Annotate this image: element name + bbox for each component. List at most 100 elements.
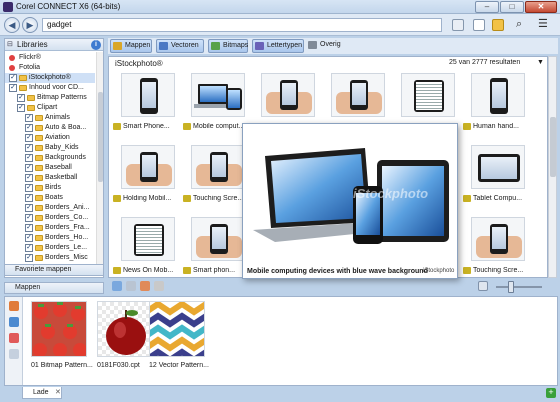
menu-icon[interactable]: ☰ [538,18,552,32]
chevron-down-icon[interactable]: ▼ [537,59,544,66]
tray-item[interactable]: 0181F030.cpt [97,301,157,371]
result-tile[interactable]: Human hand... [463,71,533,143]
folder-icon [35,115,43,121]
tray-export-icon[interactable] [9,301,19,311]
result-tile[interactable]: Tablet Compu... [463,143,533,215]
tree-checkbox[interactable]: ✓ [25,174,33,182]
istock-badge-icon [113,195,121,202]
tree-item[interactable]: ✓ Baseball [5,163,95,173]
tree-item[interactable]: ✓ Backgrounds [5,153,95,163]
tree-checkbox[interactable]: ✓ [25,124,33,132]
tray-options-icon[interactable] [9,349,19,359]
tree-checkbox[interactable]: ✓ [9,84,17,92]
tree-checkbox[interactable]: ✓ [9,74,17,82]
tree-item[interactable]: ✓ Borders_Ho... [5,233,95,243]
document-icon[interactable] [473,19,485,31]
tree-item[interactable]: ✓ Borders_Ani... [5,203,95,213]
results-scrollbar[interactable] [548,56,557,278]
results-scroll-thumb[interactable] [550,117,556,177]
result-count: 25 van 2777 resultaten [449,59,521,66]
tree-item[interactable]: ✓ Birds [5,183,95,193]
tree-item[interactable]: ✓ Aviation [5,133,95,143]
tree-item[interactable]: ✓ Boats [5,193,95,203]
tree-item[interactable]: ✓ Basketball [5,173,95,183]
export-icon[interactable] [140,281,150,291]
filter-lettertypen-button[interactable]: Lettertypen [252,39,304,53]
filter-vectoren-button[interactable]: Vectoren [156,39,204,53]
tree-checkbox[interactable]: ✓ [25,114,33,122]
remove-icon[interactable] [9,55,15,61]
tree-item[interactable]: Flickr® [5,53,95,63]
tree-checkbox[interactable]: ✓ [17,94,25,102]
close-button[interactable]: ✕ [525,1,557,13]
folders-header[interactable]: Mappen [4,282,104,294]
tree-checkbox[interactable]: ✓ [25,184,33,192]
search-icon[interactable]: ⌕ [516,18,530,32]
tree-checkbox[interactable]: ✓ [25,224,33,232]
tree-item[interactable]: ✓ Inhoud voor CD... [5,83,95,93]
maximize-button[interactable]: □ [500,1,524,13]
folder-icon[interactable] [492,19,504,31]
zoom-slider-handle[interactable] [508,281,514,293]
tree-item[interactable]: ✓ Baby_Kids [5,143,95,153]
tree-item[interactable]: ✓ Clipart [5,103,95,113]
tree-item[interactable]: ✓ Animals [5,113,95,123]
tree-checkbox[interactable]: ✓ [25,234,33,242]
result-tile[interactable]: News On Mob... [113,215,183,277]
tree-checkbox[interactable]: ✓ [25,164,33,172]
tree-checkbox[interactable]: ✓ [25,214,33,222]
tree-item[interactable]: ✓ Auto & Boa... [5,123,95,133]
tree-item[interactable]: ✓ Borders_Le... [5,243,95,253]
tree-checkbox[interactable]: ✓ [25,134,33,142]
tray-item[interactable]: 12 Vector Pattern... [149,301,209,371]
copy-icon[interactable] [126,281,136,291]
result-tile[interactable]: Holding Mobil... [113,143,183,215]
result-tile[interactable]: Smart Phone... [113,71,183,143]
view-icon[interactable] [478,281,488,291]
apple-image [97,301,153,357]
tree-checkbox[interactable]: ✓ [25,244,33,252]
tree-checkbox[interactable]: ✓ [25,254,33,262]
tree-item[interactable]: ✓ Borders_Co... [5,213,95,223]
tree-checkbox[interactable]: ✓ [25,194,33,202]
filter-mappen-button[interactable]: Mappen [110,39,152,53]
istock-badge-icon [113,123,121,130]
info-icon[interactable]: i [91,40,101,50]
strawberry-pattern-image [31,301,87,357]
favorites-header[interactable]: Favoriete mappen [4,264,104,276]
close-tab-icon[interactable]: ✕ [55,387,61,398]
filter-overig-button[interactable]: Overig [306,39,342,53]
tree-item[interactable]: ✓ Bitmap Patterns [5,93,95,103]
tray-clear-icon[interactable] [9,333,19,343]
forward-icon[interactable]: ▶ [22,17,38,33]
filter-bitmaps-button[interactable]: Bitmaps [208,39,248,53]
tree-checkbox[interactable]: ✓ [25,144,33,152]
result-tile[interactable]: Touching Scre... [463,215,533,277]
print-icon[interactable] [452,19,464,31]
import-icon[interactable] [112,281,122,291]
tree-item[interactable]: ✓ Borders_Misc [5,253,95,263]
tree-item[interactable]: ✓ iStockphoto® [5,73,95,83]
search-input[interactable]: gadget [42,18,442,32]
zoom-slider[interactable] [496,286,542,288]
collapse-icon[interactable]: ⊟ [7,40,13,48]
tree-item-label: Borders_Ho... [45,234,89,241]
tree-item[interactable]: Fotolia [5,63,95,73]
tray-copy-icon[interactable] [9,317,19,327]
tray-item[interactable]: 01 Bitmap Pattern... [31,301,93,371]
tree-checkbox[interactable]: ✓ [25,154,33,162]
tree-checkbox[interactable]: ✓ [25,204,33,212]
tree-scrollbar[interactable] [96,52,103,264]
minimize-button[interactable]: – [475,1,499,13]
remove-icon[interactable] [9,65,15,71]
tray-tab[interactable]: Lade ✕ [22,387,62,399]
libraries-header[interactable]: ⊟ Libraries i [5,39,103,51]
add-tray-icon[interactable]: + [546,388,556,398]
remove-icon[interactable] [154,281,164,291]
tree-scroll-thumb[interactable] [98,92,103,182]
tree-item[interactable]: ✓ Borders_Fra... [5,223,95,233]
tree-checkbox[interactable]: ✓ [17,104,25,112]
tree-item-label: Fotolia [19,64,41,71]
preview-image: iStockphoto [245,126,455,264]
back-icon[interactable]: ◀ [4,17,20,33]
